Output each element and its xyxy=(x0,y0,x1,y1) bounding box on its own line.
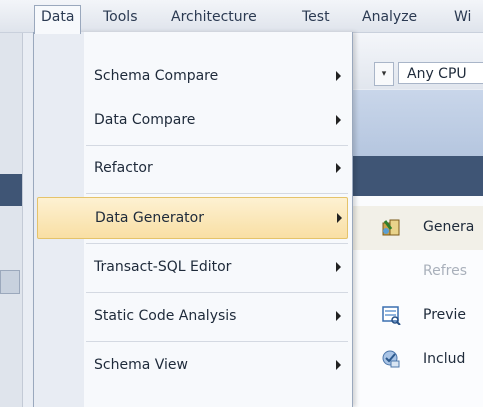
menu-item-label: Refactor xyxy=(94,160,153,176)
menu-separator xyxy=(86,145,348,146)
platform-select[interactable]: Any CPU xyxy=(398,62,483,84)
menu-item-label: Schema View xyxy=(94,357,188,373)
menu-item-label: Schema Compare xyxy=(94,68,219,84)
submenu-arrow-icon xyxy=(336,360,341,370)
menu-architecture[interactable]: Architecture xyxy=(165,6,263,28)
left-toolwindow-strip xyxy=(0,33,23,407)
submenu-arrow-icon xyxy=(336,71,341,81)
menu-separator xyxy=(86,193,348,194)
include-icon xyxy=(382,350,400,368)
submenu-item-label: Previe xyxy=(423,307,467,323)
menu-item-static-code-analysis[interactable]: Static Code Analysis xyxy=(37,296,348,338)
menu-item-data-compare[interactable]: Data Compare xyxy=(37,100,348,142)
submenu-item-preview[interactable]: Previe xyxy=(353,294,483,338)
data-generator-submenu: Genera Refres Previe Includ xyxy=(352,196,483,407)
toolbar-dropdown-button[interactable]: ▾ xyxy=(374,62,394,86)
menu-window[interactable]: Wi xyxy=(448,6,477,28)
data-generate-icon xyxy=(382,219,400,236)
menu-item-refactor[interactable]: Refactor xyxy=(37,148,348,190)
document-tab-bar xyxy=(350,156,483,196)
menu-separator xyxy=(86,292,348,293)
submenu-item-include[interactable]: Includ xyxy=(353,338,483,382)
toolbar-lower-strip xyxy=(350,90,483,156)
left-collapsed-tab[interactable] xyxy=(0,270,20,294)
submenu-item-generate[interactable]: Genera xyxy=(353,206,483,250)
submenu-item-label: Refres xyxy=(423,263,467,279)
menu-bar: Data Tools Architecture Test Analyze Wi xyxy=(0,0,483,34)
menu-test[interactable]: Test xyxy=(296,6,336,28)
menu-separator xyxy=(86,243,348,244)
menu-item-schema-compare[interactable]: Schema Compare xyxy=(37,56,348,98)
submenu-arrow-icon xyxy=(336,163,341,173)
menu-item-data-generator[interactable]: Data Generator xyxy=(37,197,348,239)
menu-analyze[interactable]: Analyze xyxy=(356,6,423,28)
menu-item-transact-sql-editor[interactable]: Transact-SQL Editor xyxy=(37,247,348,289)
submenu-item-label: Includ xyxy=(423,351,466,367)
menu-item-label: Transact-SQL Editor xyxy=(94,259,232,275)
submenu-arrow-icon xyxy=(337,213,342,223)
preview-icon xyxy=(382,306,401,325)
submenu-arrow-icon xyxy=(336,115,341,125)
menu-item-label: Data Generator xyxy=(95,210,204,226)
menu-item-label: Data Compare xyxy=(94,112,196,128)
submenu-arrow-icon xyxy=(336,262,341,272)
menu-data[interactable]: Data xyxy=(34,5,82,34)
submenu-arrow-icon xyxy=(336,311,341,321)
menu-item-label: Static Code Analysis xyxy=(94,308,237,324)
data-menu-dropdown: Schema Compare Data Compare Refactor Dat… xyxy=(33,32,353,407)
menu-separator xyxy=(86,341,348,342)
left-dark-bar xyxy=(0,174,22,206)
menu-item-schema-view[interactable]: Schema View xyxy=(37,345,348,387)
submenu-item-label: Genera xyxy=(423,219,475,235)
submenu-item-refresh[interactable]: Refres xyxy=(353,250,483,294)
menu-tools[interactable]: Tools xyxy=(97,6,144,28)
